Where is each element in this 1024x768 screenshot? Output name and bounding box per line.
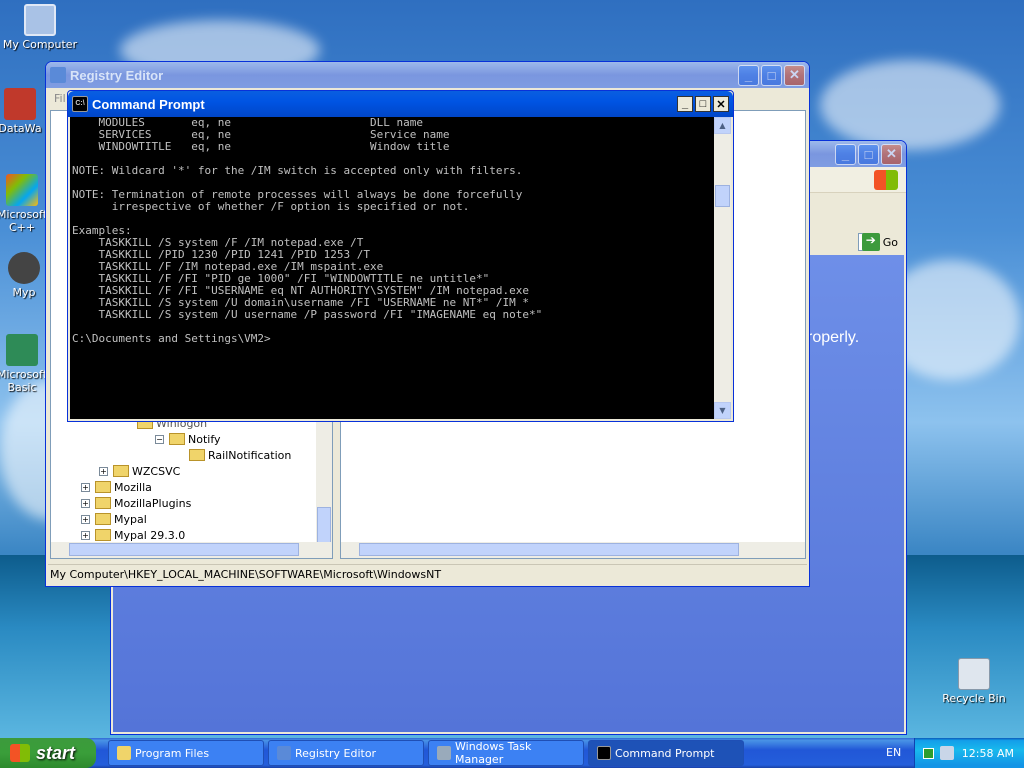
console-line: C:\Documents and Settings\VM2> bbox=[72, 332, 271, 345]
folder-icon bbox=[95, 513, 111, 525]
tree-item[interactable]: − Notify bbox=[155, 431, 221, 447]
tree-item[interactable]: + Mypal 29.3.0 bbox=[81, 527, 185, 543]
folder-icon bbox=[95, 497, 111, 509]
command-prompt-titlebar[interactable]: C:\ Command Prompt _ □ ✕ bbox=[68, 91, 733, 117]
scroll-thumb[interactable] bbox=[715, 185, 730, 207]
expand-icon[interactable]: + bbox=[81, 498, 90, 508]
registry-icon bbox=[277, 746, 291, 760]
tree-item[interactable]: RailNotification bbox=[189, 447, 291, 463]
desktop-icon-label: Myp bbox=[12, 286, 36, 299]
windows-logo-icon bbox=[874, 170, 898, 190]
tree-hscrollbar[interactable] bbox=[51, 542, 332, 558]
expand-icon[interactable]: + bbox=[81, 530, 90, 540]
task-pane-text: roperly. bbox=[807, 329, 860, 346]
desktop-icon-label: Microsoft C++ bbox=[0, 208, 48, 234]
go-button[interactable]: ➔ Go bbox=[861, 233, 898, 251]
desktop-icon-label: DataWa bbox=[0, 122, 42, 135]
scroll-thumb[interactable] bbox=[69, 543, 299, 556]
windows-flag-icon bbox=[10, 744, 30, 762]
taskbar: start Program Files Registry Editor Wind… bbox=[0, 738, 1024, 768]
tree-vscrollbar[interactable] bbox=[316, 407, 332, 543]
desktop-icon-label: Recycle Bin bbox=[942, 692, 1006, 705]
expand-icon[interactable]: + bbox=[81, 482, 90, 492]
console-line: TASKKILL /S system /U username /P passwo… bbox=[72, 308, 543, 321]
folder-icon bbox=[169, 433, 185, 445]
menu-file[interactable]: Fil bbox=[54, 92, 66, 105]
cloud bbox=[820, 60, 1000, 150]
desktop-icon-label: Microsoft Basic bbox=[0, 368, 48, 394]
language-indicator[interactable]: EN bbox=[886, 746, 901, 759]
cmd-icon bbox=[597, 746, 611, 760]
close-button[interactable]: ✕ bbox=[784, 64, 805, 86]
close-button[interactable]: ✕ bbox=[713, 96, 729, 112]
console-line: NOTE: Wildcard '*' for the /IM switch is… bbox=[72, 164, 523, 177]
tree-item[interactable]: + MozillaPlugins bbox=[81, 495, 191, 511]
status-bar: My Computer\HKEY_LOCAL_MACHINE\SOFTWARE\… bbox=[48, 564, 807, 584]
registry-icon bbox=[50, 67, 66, 83]
maximize-button[interactable]: □ bbox=[761, 64, 782, 86]
desktop-icon-my-computer[interactable]: My Computer bbox=[0, 4, 80, 51]
tree-item[interactable]: + Mypal bbox=[81, 511, 147, 527]
minimize-button[interactable]: _ bbox=[677, 96, 693, 112]
scroll-down-icon[interactable]: ▼ bbox=[714, 402, 731, 419]
go-arrow-icon: ➔ bbox=[861, 233, 880, 251]
cmd-icon: C:\ bbox=[72, 96, 88, 112]
maximize-button[interactable]: □ bbox=[858, 143, 879, 165]
desktop-icon-recycle-bin[interactable]: Recycle Bin bbox=[934, 658, 1014, 705]
expand-icon[interactable]: + bbox=[81, 514, 90, 524]
task-manager-tray-icon[interactable] bbox=[922, 747, 934, 759]
minimize-button[interactable]: _ bbox=[738, 64, 759, 86]
system-tray: 12:58 AM bbox=[914, 738, 1024, 768]
start-label: start bbox=[36, 742, 76, 763]
folder-icon bbox=[95, 481, 111, 493]
scroll-thumb[interactable] bbox=[317, 507, 331, 543]
console-vscrollbar[interactable]: ▲ ▼ bbox=[714, 117, 731, 419]
scroll-up-icon[interactable]: ▲ bbox=[714, 117, 731, 134]
console-line: irrespective of whether /F option is spe… bbox=[72, 200, 470, 213]
maximize-button[interactable]: □ bbox=[695, 96, 711, 112]
taskbar-item-registry-editor[interactable]: Registry Editor bbox=[268, 740, 424, 766]
scroll-thumb[interactable] bbox=[359, 543, 739, 556]
clock: 12:58 AM bbox=[961, 746, 1014, 760]
minimize-button[interactable]: _ bbox=[835, 143, 856, 165]
console-line: WINDOWTITLE eq, ne Window title bbox=[72, 140, 450, 153]
close-button[interactable]: ✕ bbox=[881, 143, 902, 165]
taskbar-item-task-manager[interactable]: Windows Task Manager bbox=[428, 740, 584, 766]
start-button[interactable]: start bbox=[0, 738, 96, 768]
expand-icon[interactable]: + bbox=[99, 466, 108, 476]
registry-editor-titlebar[interactable]: Registry Editor _ □ ✕ bbox=[46, 62, 809, 88]
taskbar-item-program-files[interactable]: Program Files bbox=[108, 740, 264, 766]
folder-icon bbox=[189, 449, 205, 461]
go-label: Go bbox=[882, 235, 898, 249]
computer-icon bbox=[24, 4, 56, 36]
desktop-icon-label: My Computer bbox=[2, 38, 78, 51]
folder-icon bbox=[113, 465, 129, 477]
console-area[interactable]: MODULES eq, ne DLL name SERVICES eq, ne … bbox=[70, 117, 731, 419]
taskbar-item-command-prompt[interactable]: Command Prompt bbox=[588, 740, 744, 766]
window-title: Registry Editor bbox=[70, 67, 164, 83]
app-icon bbox=[4, 88, 36, 120]
command-prompt-window[interactable]: C:\ Command Prompt _ □ ✕ MODULES eq, ne … bbox=[67, 90, 734, 422]
tree-item[interactable]: + WZCSVC bbox=[99, 463, 180, 479]
task-manager-icon bbox=[437, 746, 451, 760]
window-title: Command Prompt bbox=[92, 96, 205, 112]
folder-icon bbox=[95, 529, 111, 541]
recycle-bin-icon bbox=[958, 658, 990, 690]
app-icon bbox=[6, 334, 38, 366]
app-icon bbox=[6, 174, 38, 206]
speaker-icon[interactable] bbox=[939, 746, 954, 760]
tree-item[interactable]: + Mozilla bbox=[81, 479, 152, 495]
values-hscrollbar[interactable] bbox=[341, 542, 805, 558]
folder-icon bbox=[117, 746, 131, 760]
console-output: MODULES eq, ne DLL name SERVICES eq, ne … bbox=[72, 117, 712, 409]
desktop-icon-datawa[interactable]: DataWa bbox=[0, 88, 50, 135]
app-icon bbox=[8, 252, 40, 284]
collapse-icon[interactable]: − bbox=[155, 434, 164, 444]
